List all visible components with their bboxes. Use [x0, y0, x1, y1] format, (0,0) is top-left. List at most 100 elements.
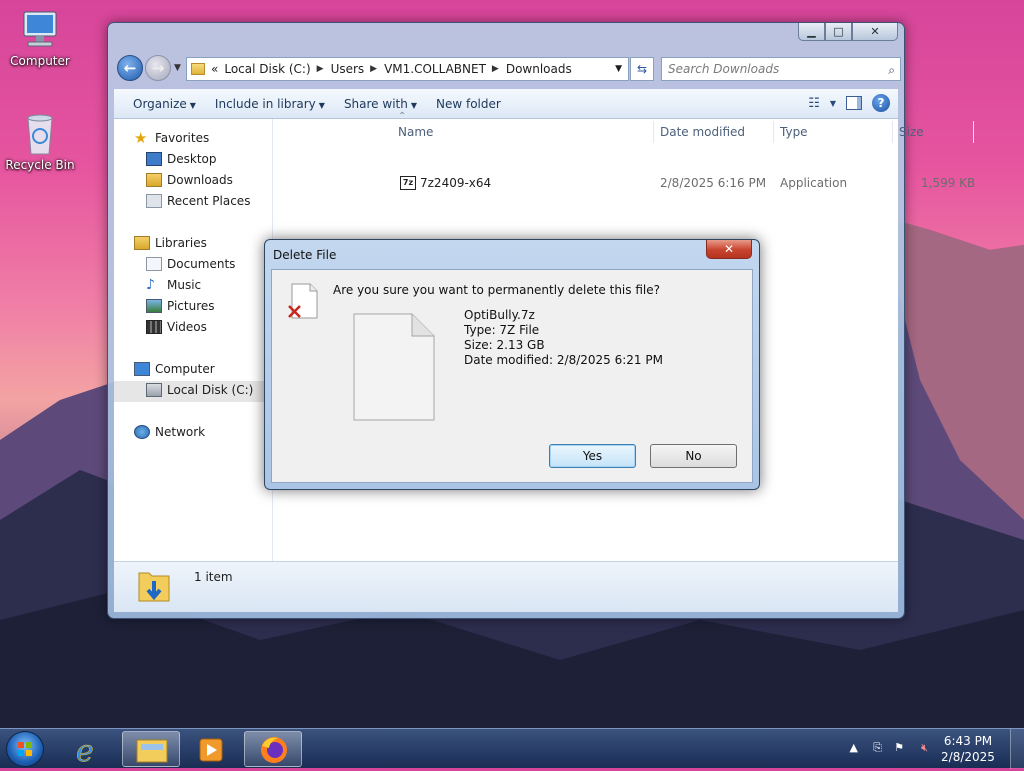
nav-downloads[interactable]: Downloads [146, 173, 233, 187]
column-header-name[interactable]: Name [398, 125, 433, 139]
chevron-right-icon[interactable]: ▶ [317, 64, 324, 74]
folder-icon [191, 63, 205, 75]
nav-documents[interactable]: Documents [146, 257, 235, 271]
address-bar[interactable]: « Local Disk (C:) ▶ Users ▶ VM1.COLLABNE… [186, 57, 629, 81]
nav-network[interactable]: Network [134, 425, 205, 439]
view-options-icon[interactable]: ☷ [808, 96, 820, 111]
include-in-library-button[interactable]: Include in library ▼ [215, 97, 325, 111]
nav-local-disk[interactable]: Local Disk (C:) [146, 383, 253, 397]
desktop-icon-computer[interactable]: Computer [0, 8, 80, 68]
nav-label: Desktop [167, 152, 217, 166]
volume-muted-icon[interactable]: 🔇︎ [921, 741, 928, 755]
network-icon [134, 425, 150, 439]
chevron-down-icon: ▼ [318, 100, 325, 110]
address-dropdown-icon[interactable]: ▼ [615, 64, 622, 74]
preview-pane-icon[interactable] [846, 96, 862, 110]
start-button[interactable] [6, 731, 44, 767]
column-header-size[interactable]: Size [899, 125, 924, 139]
search-icon[interactable]: ⌕ [888, 59, 895, 81]
nav-recent-places[interactable]: Recent Places [146, 194, 250, 208]
libraries-icon [134, 236, 150, 250]
arrow-left-icon: ← [123, 59, 137, 77]
chevron-right-icon[interactable]: ▶ [492, 64, 499, 74]
address-overflow[interactable]: « [211, 62, 218, 76]
file-name: 7z2409-x64 [420, 176, 492, 190]
close-window-button[interactable]: ✕ [852, 23, 898, 41]
column-header-type[interactable]: Type [780, 125, 808, 139]
show-hidden-icons-icon[interactable]: ▲ [850, 741, 858, 754]
nav-music[interactable]: ♪ Music [146, 278, 201, 292]
help-icon[interactable]: ? [872, 94, 890, 112]
nav-label: Network [155, 425, 206, 439]
file-date-modified: 2/8/2025 6:16 PM [660, 176, 767, 190]
forward-button[interactable]: → [145, 55, 171, 81]
column-divider[interactable] [973, 121, 974, 143]
nav-videos[interactable]: Videos [146, 320, 207, 334]
dialog-close-button[interactable]: ✕ [706, 240, 752, 259]
recent-pages-dropdown[interactable]: ▼ [174, 63, 181, 73]
nav-favorites[interactable]: ★ Favorites [134, 129, 209, 147]
arrow-right-icon: → [151, 59, 165, 77]
minimize-button[interactable]: ▁ [798, 23, 825, 41]
firefox-icon [261, 737, 287, 763]
nav-label: Documents [167, 257, 236, 271]
file-name: OptiBully.7z [464, 308, 535, 322]
clock-date: 2/8/2025 [941, 750, 995, 764]
nav-label: Local Disk (C:) [167, 383, 254, 397]
column-divider[interactable] [773, 121, 774, 143]
chevron-down-icon: ▼ [410, 100, 417, 110]
breadcrumb-local-disk[interactable]: Local Disk (C:) [224, 62, 310, 76]
chevron-down-icon[interactable]: ▼ [830, 99, 836, 108]
taskbar-file-explorer[interactable] [122, 731, 180, 767]
refresh-icon: ⇆ [636, 62, 648, 76]
taskbar-internet-explorer[interactable]: e [62, 731, 120, 770]
yes-button[interactable]: Yes [549, 444, 636, 468]
organize-button[interactable]: Organize ▼ [133, 97, 196, 111]
nav-label: Computer [155, 362, 215, 376]
include-in-library-label: Include in library [214, 96, 316, 111]
share-with-button[interactable]: Share with ▼ [344, 97, 417, 111]
search-placeholder: Search Downloads [668, 62, 780, 76]
nav-pictures[interactable]: Pictures [146, 299, 215, 313]
nav-label: Videos [167, 320, 207, 334]
refresh-button[interactable]: ⇆ [630, 57, 654, 81]
nav-label: Recent Places [167, 194, 251, 208]
file-size: 1,599 KB [921, 176, 976, 190]
show-desktop-button[interactable] [1010, 729, 1024, 769]
breadcrumb-users[interactable]: Users [331, 62, 365, 76]
dialog-title: Delete File [273, 248, 337, 262]
breadcrumb-vm1[interactable]: VM1.COLLABNET [384, 62, 486, 76]
file-type: Application [780, 176, 848, 190]
taskbar-media-player[interactable] [182, 731, 240, 767]
chevron-right-icon[interactable]: ▶ [370, 64, 377, 74]
column-divider[interactable] [892, 121, 893, 143]
column-header-date-modified[interactable]: Date modified [660, 125, 745, 139]
nav-libraries[interactable]: Libraries [134, 236, 207, 250]
clock[interactable]: 6:43 PM 2/8/2025 [938, 733, 998, 765]
file-thumbnail-icon [353, 313, 435, 421]
nav-computer[interactable]: Computer [134, 362, 215, 376]
back-button[interactable]: ← [117, 55, 143, 81]
windows-logo-icon [18, 742, 32, 756]
file-type: Type: 7Z File [464, 323, 540, 337]
new-folder-button[interactable]: New folder [436, 97, 501, 111]
no-button[interactable]: No [650, 444, 737, 468]
desktop-icon [146, 152, 162, 166]
network-status-icon[interactable]: ⎘ [873, 741, 882, 755]
pictures-icon [146, 299, 162, 313]
dialog-question: Are you sure you want to permanently del… [333, 283, 660, 297]
action-center-flag-icon[interactable]: ⚑ [894, 741, 904, 754]
music-icon: ♪ [146, 277, 155, 293]
taskbar: e ▲ ⎘ ⚑ 🔇︎ 6:43 PM 2/8/2025 [0, 728, 1024, 770]
maximize-button[interactable]: □ [825, 23, 852, 41]
taskbar-firefox[interactable] [244, 731, 302, 767]
desktop-icon-recycle-bin[interactable]: Recycle Bin [0, 112, 80, 172]
breadcrumb-downloads[interactable]: Downloads [506, 62, 572, 76]
column-divider[interactable] [653, 121, 654, 143]
nav-desktop[interactable]: Desktop [146, 152, 217, 166]
star-icon: ★ [134, 129, 148, 147]
search-input[interactable]: Search Downloads ⌕ [661, 57, 901, 81]
file-row[interactable]: 7z 7z2409-x64 2/8/2025 6:16 PM Applicati… [274, 173, 975, 193]
documents-icon [146, 257, 162, 271]
7z-application-icon: 7z [400, 176, 416, 190]
